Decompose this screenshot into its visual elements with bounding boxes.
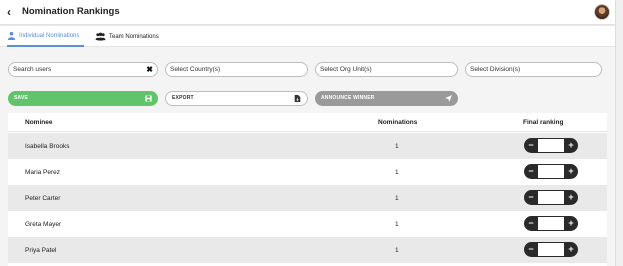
nomination-count: 1 bbox=[395, 143, 399, 150]
save-button[interactable]: SAVE bbox=[8, 91, 158, 106]
ranking-stepper: − + bbox=[524, 164, 578, 179]
nominee-name: Peter Carter bbox=[25, 195, 61, 202]
nominee-name: Greta Mayer bbox=[25, 221, 62, 228]
column-header-nominee[interactable]: Nominee bbox=[25, 119, 52, 126]
nomination-count: 1 bbox=[395, 221, 399, 228]
ranking-stepper: − + bbox=[524, 216, 578, 231]
export-button-label: EXPORT bbox=[172, 95, 194, 101]
increment-button[interactable]: + bbox=[564, 190, 578, 205]
page-title: Nomination Rankings bbox=[22, 6, 120, 17]
decrement-button[interactable]: − bbox=[524, 190, 538, 205]
decrement-button[interactable]: − bbox=[524, 138, 538, 153]
table-row: Maria Perez 1 − + bbox=[8, 159, 607, 185]
nomination-count: 1 bbox=[395, 247, 399, 254]
announce-winner-button[interactable]: ANNOUNCE WINNER bbox=[315, 91, 458, 106]
ranking-stepper: − + bbox=[524, 138, 578, 153]
table-row: Greta Mayer 1 − + bbox=[8, 211, 607, 237]
increment-button[interactable]: + bbox=[564, 242, 578, 257]
tab-bar: Individual Nominations Team Nominations bbox=[0, 26, 615, 47]
decrement-button[interactable]: − bbox=[524, 242, 538, 257]
search-input[interactable]: Search users ✖ bbox=[8, 62, 158, 77]
top-bar: ‹ Nomination Rankings bbox=[0, 0, 615, 25]
increment-button[interactable]: + bbox=[564, 138, 578, 153]
tab-individual-nominations[interactable]: Individual Nominations bbox=[7, 26, 85, 47]
tab-team-nominations[interactable]: Team Nominations bbox=[95, 26, 159, 47]
ranking-input[interactable] bbox=[538, 190, 564, 205]
table-row: Isabella Brooks 1 − + bbox=[8, 133, 607, 159]
nominations-table: Nominee Nominations Final ranking Isabel… bbox=[8, 113, 607, 266]
column-header-final-ranking: Final ranking bbox=[523, 119, 564, 126]
nominee-name: Priya Patel bbox=[25, 247, 57, 254]
org-unit-select-label: Select Org Unit(s) bbox=[320, 66, 372, 73]
decrement-button[interactable]: − bbox=[524, 216, 538, 231]
team-icon bbox=[95, 32, 106, 41]
org-unit-select[interactable]: Select Org Unit(s) bbox=[315, 62, 458, 77]
export-button[interactable]: EXPORT bbox=[165, 91, 308, 106]
person-icon bbox=[7, 31, 16, 40]
table-header: Nominee Nominations Final ranking bbox=[8, 113, 607, 132]
ranking-stepper: − + bbox=[524, 190, 578, 205]
table-row: Peter Carter 1 − + bbox=[8, 185, 607, 211]
save-icon bbox=[145, 95, 152, 102]
send-icon bbox=[445, 95, 452, 102]
ranking-input[interactable] bbox=[538, 216, 564, 231]
division-select[interactable]: Select Division(s) bbox=[465, 62, 602, 77]
search-placeholder: Search users bbox=[13, 66, 52, 73]
page: ‹ Nomination Rankings Individual Nominat… bbox=[0, 0, 623, 266]
ranking-input[interactable] bbox=[538, 164, 564, 179]
table-row: Priya Patel 1 − + bbox=[8, 237, 607, 263]
ranking-stepper: − + bbox=[524, 242, 578, 257]
country-select-label: Select Country(s) bbox=[170, 66, 221, 73]
file-download-icon bbox=[294, 95, 301, 102]
ranking-input[interactable] bbox=[538, 242, 564, 257]
announce-winner-label: ANNOUNCE WINNER bbox=[321, 95, 375, 101]
tab-label: Team Nominations bbox=[109, 33, 159, 40]
tab-label: Individual Nominations bbox=[19, 32, 80, 39]
decrement-button[interactable]: − bbox=[524, 164, 538, 179]
save-button-label: SAVE bbox=[14, 95, 29, 101]
nominee-name: Isabella Brooks bbox=[25, 143, 70, 150]
division-select-label: Select Division(s) bbox=[470, 66, 521, 73]
column-header-nominations[interactable]: Nominations bbox=[378, 119, 417, 126]
scrollbar[interactable] bbox=[615, 0, 623, 266]
increment-button[interactable]: + bbox=[564, 164, 578, 179]
nominee-name: Maria Perez bbox=[25, 169, 61, 176]
avatar[interactable] bbox=[594, 4, 610, 20]
country-select[interactable]: Select Country(s) bbox=[165, 62, 308, 77]
ranking-input[interactable] bbox=[538, 138, 564, 153]
nomination-count: 1 bbox=[395, 169, 399, 176]
nomination-count: 1 bbox=[395, 195, 399, 202]
increment-button[interactable]: + bbox=[564, 216, 578, 231]
clear-icon[interactable]: ✖ bbox=[146, 63, 153, 76]
back-arrow-icon[interactable]: ‹ bbox=[7, 5, 17, 19]
